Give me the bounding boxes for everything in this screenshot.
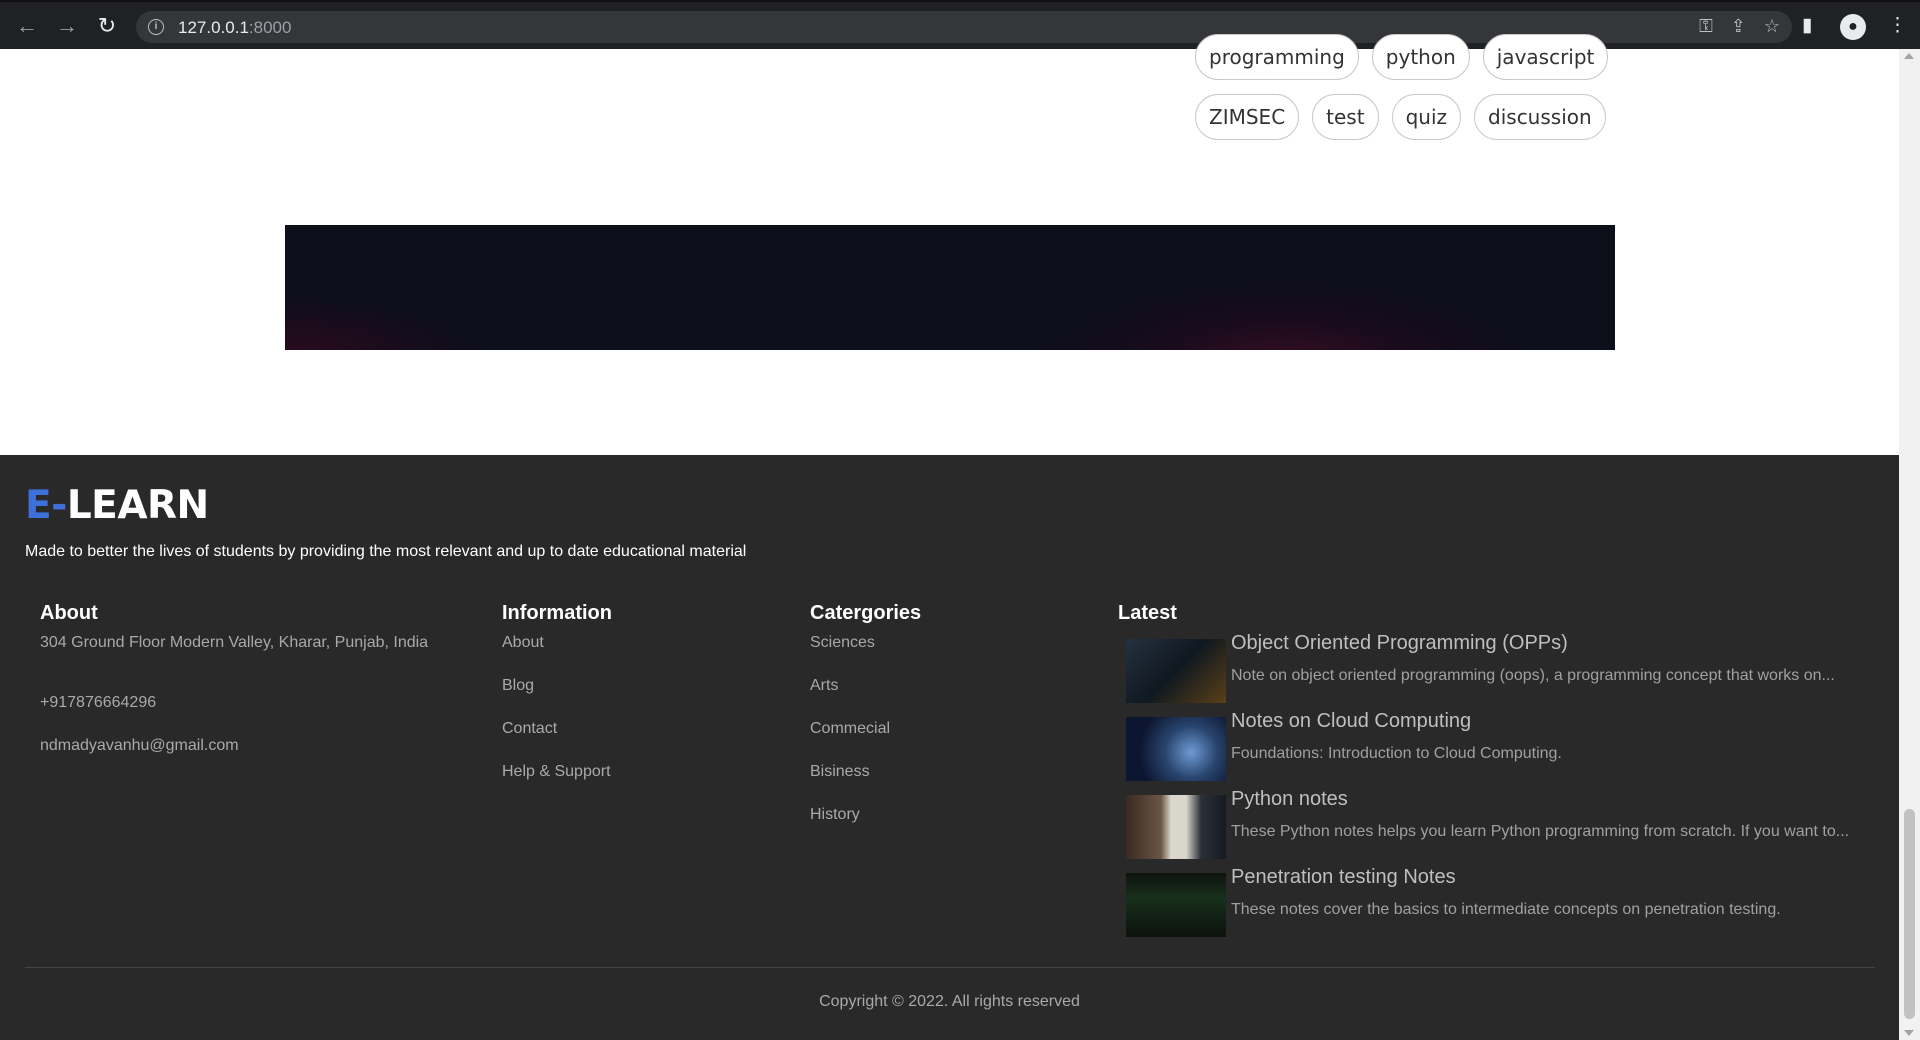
footer-link-blog[interactable]: Blog [502, 677, 612, 695]
site-info-icon[interactable]: i [148, 19, 164, 35]
scrollbar-thumb[interactable] [1904, 809, 1915, 1019]
url-text[interactable]: 127.0.0.1:8000 [178, 18, 291, 38]
email-text: ndmadyavanhu@gmail.com [40, 737, 239, 754]
tag-javascript[interactable]: javascript [1482, 34, 1609, 80]
category-link-sciences[interactable]: Sciences [810, 634, 921, 652]
banner-image [285, 225, 1615, 350]
logo-accent: E- [25, 483, 67, 528]
side-panel-icon[interactable]: ▮ [1802, 14, 1812, 37]
latest-post[interactable]: Penetration testing Notes These notes co… [1118, 866, 1878, 946]
categories-heading: Catergories [810, 602, 922, 624]
browser-toolbar: ← → ↻ i 127.0.0.1:8000 ⚿ ⇪ ☆ ▮ ● ⋮ [0, 0, 1920, 49]
footer-categories-column: Catergories Sciences Arts Commecial Bisi… [810, 602, 921, 849]
address-text: 304 Ground Floor Modern Valley, Kharar, … [40, 634, 429, 651]
post-title[interactable]: Notes on Cloud Computing [1231, 710, 1471, 733]
footer-tagline: Made to better the lives of students by … [25, 543, 747, 560]
tag-python[interactable]: python [1371, 34, 1470, 80]
star-icon[interactable]: ☆ [1764, 16, 1780, 38]
post-description: These Python notes helps you learn Pytho… [1231, 823, 1850, 840]
tag-programming[interactable]: programming [1195, 34, 1359, 80]
tag-discussion[interactable]: discussion [1474, 94, 1606, 140]
post-thumbnail[interactable] [1126, 639, 1226, 703]
category-link-commecial[interactable]: Commecial [810, 720, 921, 738]
category-link-history[interactable]: History [810, 806, 921, 824]
copyright-text: Copyright © 2022. All rights reserved [819, 993, 1080, 1010]
back-arrow-icon[interactable]: ← [14, 13, 40, 39]
tag-test[interactable]: test [1312, 94, 1379, 140]
information-heading: Information [502, 602, 612, 624]
latest-post[interactable]: Notes on Cloud Computing Foundations: In… [1118, 710, 1878, 790]
scroll-down-arrow-icon[interactable] [1904, 1030, 1914, 1036]
footer-latest-column: Latest Object Oriented Programming (OPPs… [1118, 602, 1878, 946]
tag-zimsec[interactable]: ZIMSEC [1195, 94, 1300, 140]
post-description: Note on object oriented programming (oop… [1231, 667, 1835, 684]
footer-link-about[interactable]: About [502, 634, 612, 652]
url-port: :8000 [248, 18, 292, 37]
kebab-menu-icon[interactable]: ⋮ [1888, 14, 1907, 37]
post-title[interactable]: Python notes [1231, 788, 1348, 811]
footer-link-help-support[interactable]: Help & Support [502, 763, 612, 781]
tag-cloud: programming python javascript ZIMSEC tes… [1195, 34, 1615, 154]
post-title[interactable]: Object Oriented Programming (OPPs) [1231, 632, 1568, 655]
footer-about-column: About 304 Ground Floor Modern Valley, Kh… [40, 602, 428, 755]
forward-arrow-icon[interactable]: → [54, 13, 80, 39]
site-footer: E-LEARN Made to better the lives of stud… [0, 455, 1899, 1040]
post-title[interactable]: Penetration testing Notes [1231, 866, 1456, 889]
post-thumbnail[interactable] [1126, 795, 1226, 859]
logo-main: LEARN [66, 483, 209, 528]
tag-row: ZIMSEC test quiz discussion [1195, 94, 1615, 140]
footer-information-column: Information About Blog Contact Help & Su… [502, 602, 612, 806]
about-heading: About [40, 602, 98, 624]
latest-post[interactable]: Object Oriented Programming (OPPs) Note … [1118, 632, 1878, 712]
latest-heading: Latest [1118, 602, 1177, 624]
page-scrollbar[interactable] [1899, 49, 1920, 1040]
tag-row: programming python javascript [1195, 34, 1615, 80]
footer-link-contact[interactable]: Contact [502, 720, 612, 738]
scroll-up-arrow-icon[interactable] [1904, 53, 1914, 59]
post-thumbnail[interactable] [1126, 717, 1226, 781]
category-link-bisiness[interactable]: Bisiness [810, 763, 921, 781]
phone-text: +917876664296 [40, 694, 157, 711]
post-description: Foundations: Introduction to Cloud Compu… [1231, 745, 1562, 762]
reload-icon[interactable]: ↻ [94, 13, 120, 39]
post-thumbnail[interactable] [1126, 873, 1226, 937]
post-description: These notes cover the basics to intermed… [1231, 901, 1781, 918]
category-link-arts[interactable]: Arts [810, 677, 921, 695]
url-host: 127.0.0.1 [178, 18, 249, 37]
share-icon[interactable]: ⇪ [1731, 16, 1746, 38]
tag-quiz[interactable]: quiz [1391, 94, 1462, 140]
site-logo[interactable]: E-LEARN [25, 483, 209, 528]
latest-post[interactable]: Python notes These Python notes helps yo… [1118, 788, 1878, 868]
footer-divider [25, 967, 1875, 968]
key-icon[interactable]: ⚿ [1699, 16, 1713, 38]
profile-avatar-icon[interactable]: ● [1840, 14, 1866, 40]
